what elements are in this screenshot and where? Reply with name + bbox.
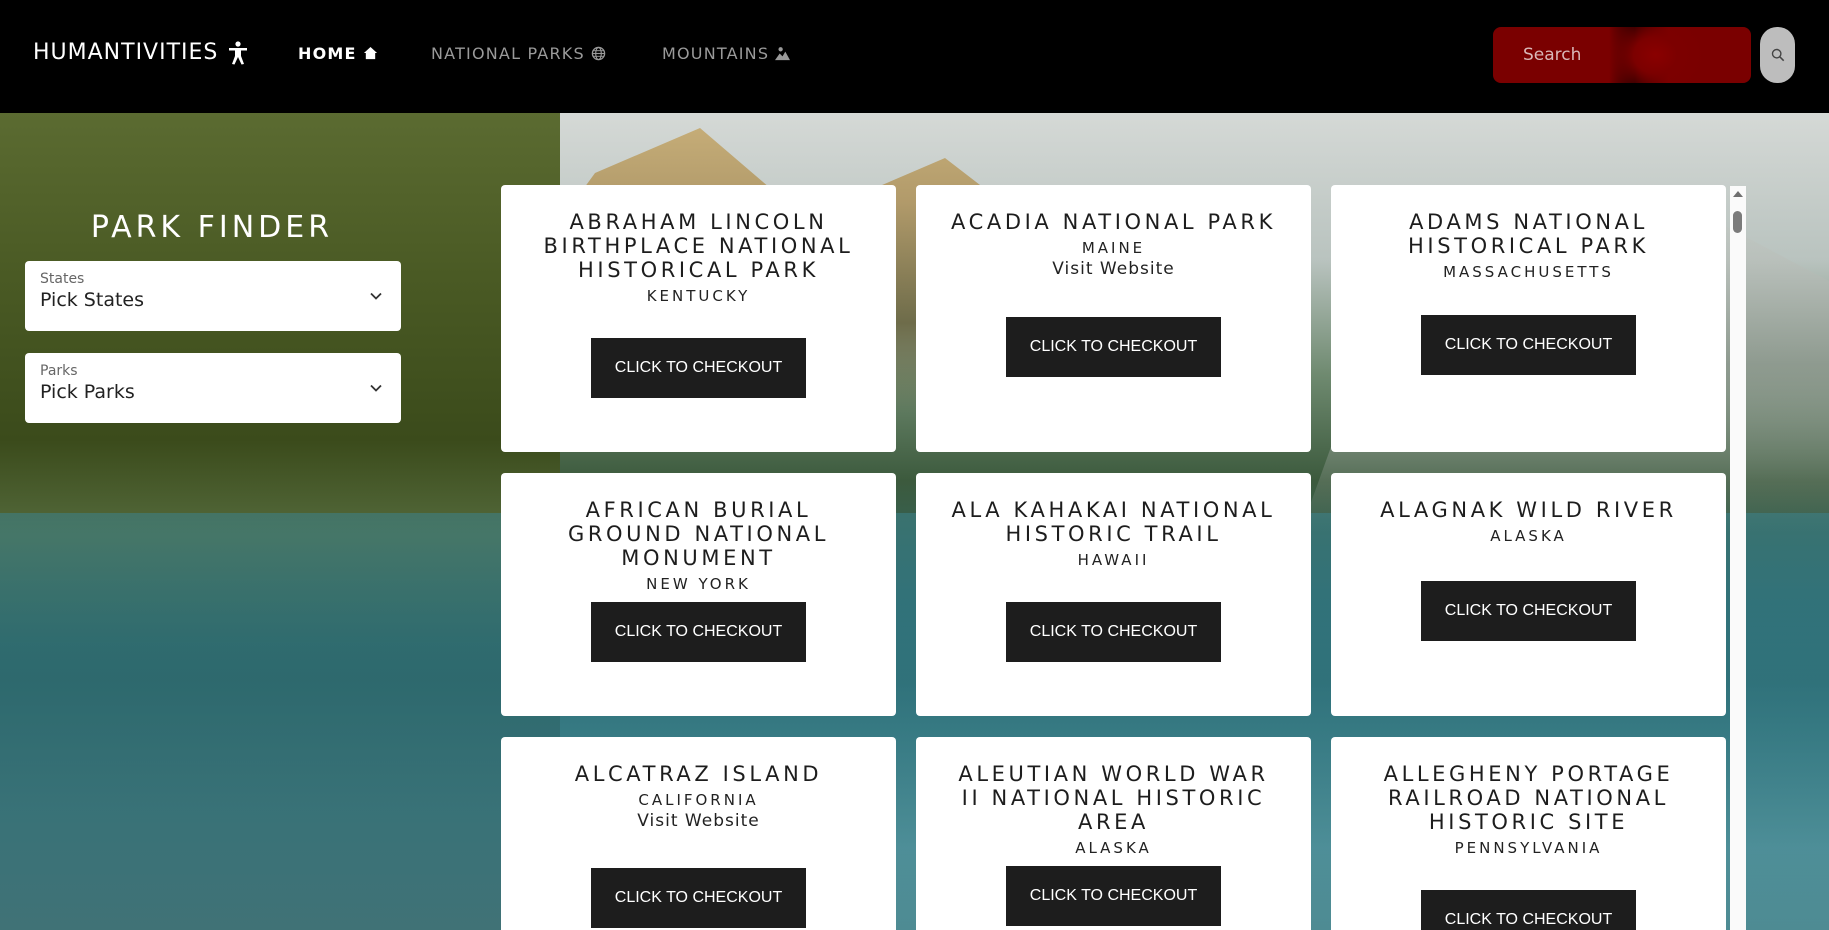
park-card: ALEUTIAN WORLD WAR II NATIONAL HISTORIC … — [916, 737, 1311, 930]
park-card: ABRAHAM LINCOLN BIRTHPLACE NATIONAL HIST… — [501, 185, 896, 452]
checkout-button[interactable]: CLICK TO CHECKOUT — [1421, 315, 1636, 375]
accessibility-person-icon — [229, 40, 248, 64]
chevron-down-icon — [370, 384, 382, 392]
checkout-button[interactable]: CLICK TO CHECKOUT — [591, 338, 806, 398]
parks-select-value: Pick Parks — [40, 381, 135, 403]
park-name: ABRAHAM LINCOLN BIRTHPLACE NATIONAL HIST… — [543, 210, 854, 282]
scrollbar-thumb[interactable] — [1733, 211, 1742, 233]
checkout-button[interactable]: CLICK TO CHECKOUT — [1421, 890, 1636, 930]
park-card: ALA KAHAKAI NATIONAL HISTORIC TRAIL HAWA… — [916, 473, 1311, 716]
search-input[interactable] — [1493, 27, 1751, 83]
visit-website-link[interactable]: Visit Website — [501, 811, 896, 831]
search-button[interactable] — [1760, 27, 1795, 83]
visit-website-link[interactable]: Visit Website — [916, 259, 1311, 279]
nav-mountains[interactable]: MOUNTAINS — [662, 44, 791, 63]
states-select[interactable]: States Pick States — [25, 261, 401, 331]
states-select-label: States — [40, 271, 85, 287]
park-grid: ABRAHAM LINCOLN BIRTHPLACE NATIONAL HIST… — [500, 183, 1746, 930]
park-state: KENTUCKY — [646, 287, 751, 305]
park-name: AFRICAN BURIAL GROUND NATIONAL MONUMENT — [567, 498, 830, 570]
checkout-button[interactable]: CLICK TO CHECKOUT — [591, 602, 806, 662]
nav-home[interactable]: HOME — [298, 44, 378, 63]
states-select-value: Pick States — [40, 289, 144, 311]
park-state: MAINE — [1081, 239, 1146, 257]
checkout-button[interactable]: CLICK TO CHECKOUT — [1006, 602, 1221, 662]
park-name: ADAMS NATIONAL HISTORICAL PARK — [1408, 210, 1649, 258]
search-icon — [1771, 48, 1784, 62]
park-card: ALLEGHENY PORTAGE RAILROAD NATIONAL HIST… — [1331, 737, 1726, 930]
grid-scrollbar[interactable] — [1730, 186, 1746, 930]
navbar: HUMANTIVITIES HOME NATIONAL PARKS MOUNTA… — [0, 0, 1829, 113]
park-finder-title: PARK FINDER — [90, 210, 334, 245]
park-state: HAWAII — [1077, 551, 1150, 569]
chevron-down-icon — [370, 292, 382, 300]
mountain-icon — [775, 47, 791, 61]
parks-select[interactable]: Parks Pick Parks — [25, 353, 401, 423]
globe-icon — [591, 46, 606, 61]
scroll-up-arrow-icon[interactable] — [1733, 191, 1743, 197]
park-name: ALEUTIAN WORLD WAR II NATIONAL HISTORIC … — [958, 762, 1269, 834]
brand[interactable]: HUMANTIVITIES — [33, 40, 248, 65]
home-icon — [363, 46, 377, 60]
nav-national-parks[interactable]: NATIONAL PARKS — [431, 44, 606, 63]
park-state: ALASKA — [1490, 527, 1567, 545]
brand-name: HUMANTIVITIES — [33, 40, 219, 65]
park-name: ALA KAHAKAI NATIONAL HISTORIC TRAIL — [951, 498, 1276, 546]
park-state: CALIFORNIA — [638, 791, 759, 809]
checkout-button[interactable]: CLICK TO CHECKOUT — [1006, 317, 1221, 377]
park-name: ALLEGHENY PORTAGE RAILROAD NATIONAL HIST… — [1383, 762, 1674, 834]
nav-mountains-label: MOUNTAINS — [662, 44, 770, 63]
park-state: NEW YORK — [646, 575, 751, 593]
nav-home-label: HOME — [298, 44, 357, 63]
checkout-button[interactable]: CLICK TO CHECKOUT — [1421, 581, 1636, 641]
park-name: ALCATRAZ ISLAND — [574, 762, 823, 786]
park-card: ACADIA NATIONAL PARK MAINE Visit Website… — [916, 185, 1311, 452]
checkout-button[interactable]: CLICK TO CHECKOUT — [1006, 866, 1221, 926]
park-name: ALAGNAK WILD RIVER — [1380, 498, 1677, 522]
parks-select-label: Parks — [40, 363, 78, 379]
park-name: ACADIA NATIONAL PARK — [951, 210, 1276, 234]
park-state: MASSACHUSETTS — [1443, 263, 1614, 281]
park-card: ADAMS NATIONAL HISTORICAL PARK MASSACHUS… — [1331, 185, 1726, 452]
park-card: ALAGNAK WILD RIVER ALASKA CLICK TO CHECK… — [1331, 473, 1726, 716]
park-state: ALASKA — [1075, 839, 1152, 857]
checkout-button[interactable]: CLICK TO CHECKOUT — [591, 868, 806, 928]
park-card: ALCATRAZ ISLAND CALIFORNIA Visit Website… — [501, 737, 896, 930]
park-state: PENNSYLVANIA — [1454, 839, 1603, 857]
nav-national-parks-label: NATIONAL PARKS — [431, 44, 585, 63]
park-card: AFRICAN BURIAL GROUND NATIONAL MONUMENT … — [501, 473, 896, 716]
